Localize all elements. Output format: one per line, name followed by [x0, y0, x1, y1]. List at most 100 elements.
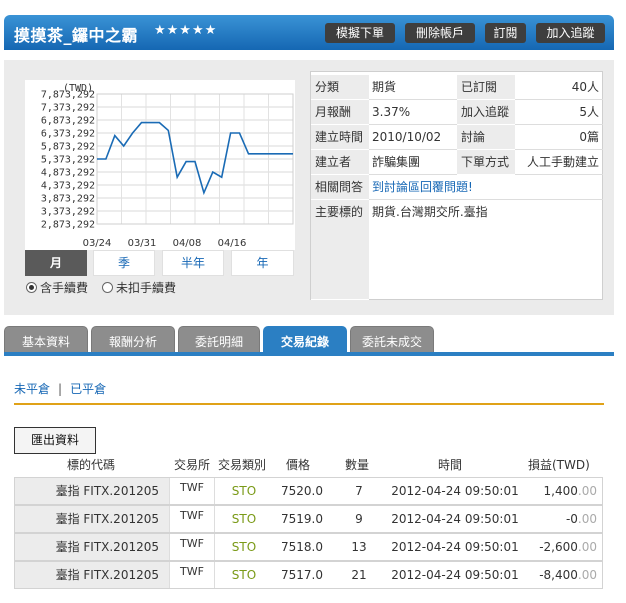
pnl-cell: -8,400.00	[523, 562, 603, 588]
subnav-separator: |	[58, 382, 63, 396]
col-header-qty: 數量	[345, 458, 370, 472]
tab-underline	[4, 352, 614, 356]
pnl-decimal: .00	[577, 568, 597, 582]
subscribed-value: 40人	[515, 75, 603, 100]
section-divider	[14, 403, 604, 405]
trade-type-cell: STO	[231, 484, 257, 498]
y-tick-label: 7,873,292	[41, 90, 95, 101]
y-tick-label: 7,373,292	[41, 103, 95, 114]
export-data-button[interactable]: 匯出資料	[14, 427, 96, 454]
period-tab-half-year[interactable]: 半年	[162, 250, 224, 276]
y-tick-label: 6,373,292	[41, 129, 95, 140]
fee-exclude-option[interactable]: 未扣手續費	[102, 279, 176, 296]
info-table: 分類 期貨 已訂閱 40人 月報酬 3.37% 加入追蹤 5人 建立時間 201…	[310, 71, 603, 300]
table-row: 臺指 FITX.201205 TWF STO 7518.0 13 2012-04…	[14, 533, 603, 561]
trade-type-cell: STO	[231, 512, 257, 526]
target-value: 期貨.台灣期交所.臺指	[372, 205, 488, 219]
price-cell: 7519.0	[281, 512, 323, 526]
position-subnav: 未平倉 | 已平倉	[14, 380, 106, 397]
x-tick-label: 04/08	[173, 238, 202, 249]
pnl-cell: -2,600.00	[523, 534, 603, 560]
qty-cell: 21	[351, 568, 367, 582]
col-header-trade-type: 交易類別	[218, 458, 267, 472]
y-tick-label: 4,873,292	[41, 168, 95, 179]
creator-value: 詐騙集團	[369, 150, 457, 175]
pnl-integer: -8,400	[539, 568, 578, 582]
qa-label: 相關問答	[311, 175, 369, 200]
simulate-order-button[interactable]: 模擬下單	[325, 23, 395, 43]
exchange-cell: TWF	[169, 534, 215, 560]
x-tick-label: 04/16	[218, 238, 247, 249]
symbol-cell: 臺指 FITX.201205	[15, 562, 169, 588]
pnl-decimal: .00	[577, 512, 597, 526]
fee-options: 含手續費 未扣手續費	[26, 279, 176, 296]
col-header-symbol: 標的代碼	[67, 458, 116, 472]
radio-unselected-icon[interactable]	[102, 282, 114, 293]
pnl-decimal: .00	[577, 540, 597, 554]
table-row: 臺指 FITX.201205 TWF STO 7520.0 7 2012-04-…	[14, 477, 603, 505]
price-cell: 7517.0	[281, 568, 323, 582]
col-header-time: 時間	[438, 458, 463, 472]
pnl-integer: -2,600	[539, 540, 578, 554]
price-cell: 7520.0	[281, 484, 323, 498]
pnl-integer: -0	[565, 512, 578, 526]
trade-type-cell: STO	[231, 540, 257, 554]
y-tick-label: 3,873,292	[41, 194, 95, 205]
follow-button[interactable]: 加入追蹤	[536, 23, 605, 43]
equity-chart-svg: (TWD)7,873,2927,373,2926,873,2926,373,29…	[41, 83, 294, 249]
page-title: 摸摸茶_鑼中之霸	[14, 26, 139, 45]
period-tab-month[interactable]: 月	[25, 250, 87, 276]
col-header-exchange: 交易所	[174, 458, 211, 472]
category-value: 期貨	[369, 75, 457, 100]
qty-cell: 7	[355, 484, 363, 498]
y-tick-label: 5,373,292	[41, 155, 95, 166]
open-positions-link[interactable]: 未平倉	[14, 382, 50, 396]
time-cell: 2012-04-24 09:50:01	[391, 568, 519, 582]
qty-cell: 13	[351, 540, 367, 554]
subscribed-label: 已訂閱	[457, 75, 515, 100]
exchange-cell: TWF	[169, 562, 215, 588]
monthly-return-value: 3.37%	[369, 100, 457, 125]
delete-account-button[interactable]: 刪除帳戶	[405, 23, 475, 43]
period-tab-year[interactable]: 年	[231, 250, 294, 276]
exchange-cell: TWF	[169, 478, 215, 504]
y-tick-label: 3,373,292	[41, 207, 95, 218]
y-tick-label: 4,373,292	[41, 181, 95, 192]
order-method-label: 下單方式	[457, 150, 515, 175]
col-header-pnl: 損益(TWD)	[528, 458, 590, 472]
fee-include-option[interactable]: 含手續費	[26, 279, 88, 296]
qa-link[interactable]: 到討論區回覆問題!	[369, 175, 603, 200]
discussion-label: 討論	[457, 125, 515, 150]
discussion-value: 0篇	[515, 125, 603, 150]
monthly-return-label: 月報酬	[311, 100, 369, 125]
time-cell: 2012-04-24 09:50:01	[391, 540, 519, 554]
table-row: 臺指 FITX.201205 TWF STO 7519.0 9 2012-04-…	[14, 505, 603, 533]
exchange-cell: TWF	[169, 506, 215, 532]
time-cell: 2012-04-24 09:50:01	[391, 484, 519, 498]
creator-label: 建立者	[311, 150, 369, 175]
price-cell: 7518.0	[281, 540, 323, 554]
equity-chart: (TWD) 7,873,292 7,373,292 6,873,292 6,373,29…	[25, 80, 295, 250]
x-tick-label: 03/24	[83, 238, 112, 249]
pnl-cell: 1,400.00	[523, 478, 603, 504]
fee-include-label: 含手續費	[40, 281, 89, 295]
x-tick-label: 03/31	[128, 238, 157, 249]
radio-selected-icon[interactable]	[26, 282, 37, 293]
subscribe-button[interactable]: 訂閱	[485, 23, 526, 43]
qty-cell: 9	[355, 512, 363, 526]
symbol-cell: 臺指 FITX.201205	[15, 506, 169, 532]
target-label: 主要標的	[311, 200, 369, 300]
symbol-cell: 臺指 FITX.201205	[15, 478, 169, 504]
closed-positions-link[interactable]: 已平倉	[70, 382, 106, 396]
pnl-integer: 1,400	[543, 484, 578, 498]
created-label: 建立時間	[311, 125, 369, 150]
page-header: 摸摸茶_鑼中之霸 ★★★★★ 模擬下單 刪除帳戶 訂閱 加入追蹤	[4, 15, 614, 50]
trade-type-cell: STO	[231, 568, 257, 582]
created-value: 2010/10/02	[369, 125, 457, 150]
order-method-value: 人工手動建立	[515, 150, 603, 175]
rating-stars: ★★★★★	[154, 23, 218, 38]
time-cell: 2012-04-24 09:50:01	[391, 512, 519, 526]
symbol-cell: 臺指 FITX.201205	[15, 534, 169, 560]
period-tab-quarter[interactable]: 季	[93, 250, 155, 276]
category-label: 分類	[311, 75, 369, 100]
